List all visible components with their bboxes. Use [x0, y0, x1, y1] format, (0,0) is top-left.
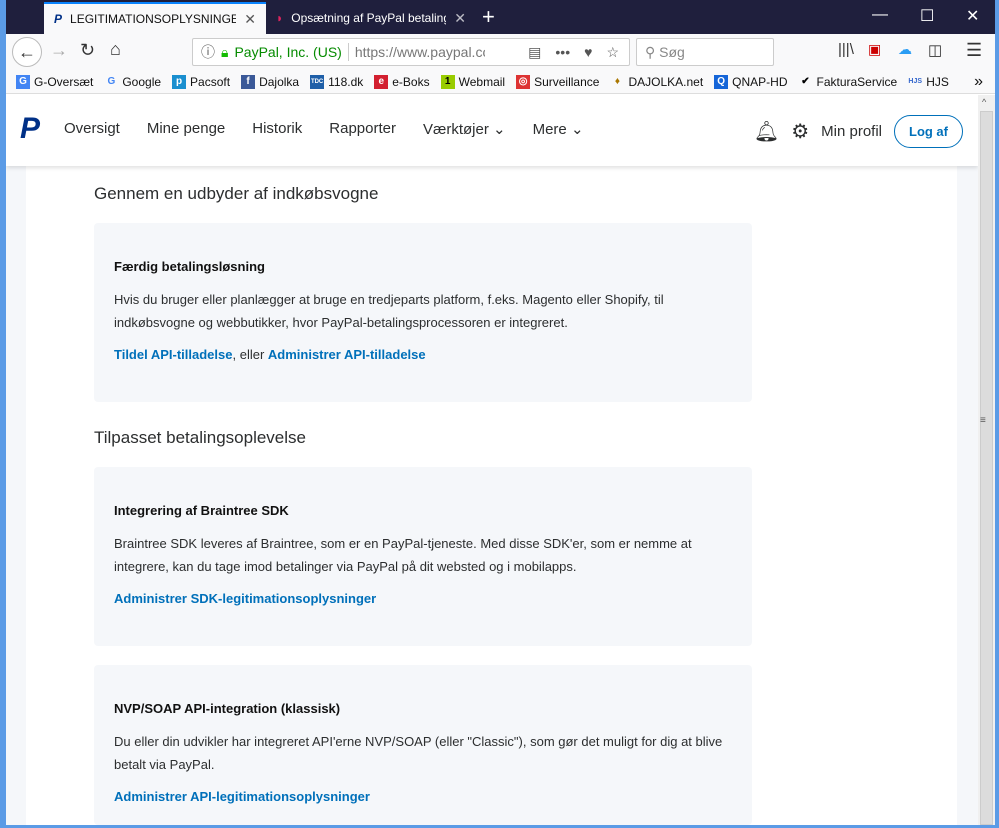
nav-oversigt[interactable]: Oversigt [64, 120, 120, 138]
tab-inactive[interactable]: ◗ Opsætning af PayPal betaling i ✕ [266, 2, 476, 34]
grant-api-permission-link[interactable]: Tildel API-tilladelse [114, 347, 232, 362]
bookmarks-bar: G G-Oversæt G Google p Pacsoft f Dajolka TDC… [6, 70, 995, 94]
url-bar[interactable]: ⓘ 🔒︎ PayPal, Inc. (US) https://www.paypa… [192, 38, 630, 66]
bookmarks-overflow-icon[interactable]: » [974, 73, 983, 91]
main-content: Gennem en udbyder af indkøbsvogne Færdig… [26, 95, 957, 825]
profile-link[interactable]: Min profil [821, 123, 882, 140]
bookmark-star-icon[interactable]: ☆ [606, 44, 619, 61]
card-braintree-sdk: Integrering af Braintree SDK Braintree S… [94, 467, 752, 646]
chevron-down-icon: ⌄ [570, 121, 584, 138]
manage-sdk-credentials-link[interactable]: Administrer SDK-legitimationsoplysninger [114, 591, 376, 606]
link-joiner: , eller [232, 347, 268, 362]
close-tab-icon[interactable]: ✕ [454, 10, 466, 27]
search-icon: ⚲ [645, 44, 656, 60]
back-button[interactable]: ← [12, 37, 42, 67]
onedrive-icon[interactable]: ☁ [898, 41, 912, 58]
sidebar-icon[interactable]: ◫ [928, 41, 942, 59]
title-bar: P LEGITIMATIONSOPLYSNINGER ✕ ◗ Opsætning af… [6, 0, 995, 34]
tab-favicon-icon: ◗ [276, 11, 284, 25]
close-tab-icon[interactable]: ✕ [244, 11, 256, 28]
lock-icon: 🔒︎ [221, 43, 229, 60]
bookmark-webmail[interactable]: 1 Webmail [440, 74, 505, 89]
info-icon[interactable]: ⓘ [201, 42, 215, 62]
bookmark-qnap[interactable]: Q QNAP-HD [714, 74, 788, 89]
card-title: Integrering af Braintree SDK [114, 503, 289, 518]
more-icon[interactable]: ••• [555, 44, 570, 61]
url-separator [347, 43, 349, 61]
bookmark-surveillance[interactable]: ◎ Surveillance [516, 74, 599, 89]
notification-bell-icon[interactable]: 🔔︎ [754, 119, 779, 144]
nav-rapporter[interactable]: Rapporter [329, 120, 396, 138]
bookmark-dajolka-net[interactable]: ♦ DAJOLKA.net [610, 75, 703, 89]
mcafee-icon[interactable]: ▣ [868, 41, 881, 58]
menu-icon[interactable]: ☰ [966, 40, 982, 61]
library-icon[interactable]: |||\ [838, 41, 854, 58]
card-faerdig-betalingsloesning: Færdig betalingsløsning Hvis du bruger e… [94, 223, 752, 402]
logout-button[interactable]: Log af [894, 115, 963, 148]
bookmark-pacsoft[interactable]: p Pacsoft [172, 74, 230, 89]
nav-mine-penge[interactable]: Mine penge [147, 120, 225, 138]
bookmark-dajolka[interactable]: f Dajolka [241, 74, 299, 89]
card-nvp-soap: NVP/SOAP API-integration (klassisk) Du e… [94, 665, 752, 825]
paypal-logo[interactable]: P [20, 112, 40, 146]
paypal-nav: P Oversigt Mine penge Historik Rapporter… [6, 95, 978, 166]
tab-active[interactable]: P LEGITIMATIONSOPLYSNINGER ✕ [44, 2, 266, 34]
chevron-down-icon: ⌄ [493, 121, 506, 138]
nav-historik[interactable]: Historik [252, 120, 302, 138]
settings-gear-icon[interactable]: ⚙ [791, 119, 809, 144]
section-heading: Gennem en udbyder af indkøbsvogne [94, 184, 379, 203]
manage-api-credentials-link[interactable]: Administrer API-legitimationsoplysninger [114, 789, 370, 804]
nav-toolbar: ← → ↻ ⌂ ⓘ 🔒︎ PayPal, Inc. (US) https://w… [6, 34, 995, 70]
card-text: Braintree SDK leveres af Braintree, som … [114, 536, 692, 574]
bookmark-faktura[interactable]: ✔ FakturaService [799, 75, 897, 89]
scrollbar-thumb[interactable] [980, 111, 993, 825]
home-button[interactable]: ⌂ [110, 39, 121, 60]
scroll-grip-icon: ≡ [980, 415, 986, 426]
bookmark-eboks[interactable]: e e-Boks [374, 74, 430, 89]
card-title: NVP/SOAP API-integration (klassisk) [114, 701, 341, 716]
maximize-button[interactable]: ☐ [920, 6, 934, 26]
page-viewport: P Oversigt Mine penge Historik Rapporter… [6, 95, 978, 825]
reload-button[interactable]: ↻ [80, 40, 95, 61]
bookmark-google[interactable]: G Google [104, 75, 161, 89]
scroll-up-icon[interactable]: ^ [982, 97, 986, 107]
nav-mere[interactable]: Mere ⌄ [533, 120, 584, 138]
card-text: Hvis du bruger eller planlægger at bruge… [114, 292, 664, 330]
search-input[interactable]: ⚲ Søg [636, 38, 774, 66]
manage-api-permission-link[interactable]: Administrer API-tilladelse [268, 347, 426, 362]
vertical-scrollbar[interactable]: ^ ≡ [978, 95, 995, 825]
url-text[interactable]: https://www.paypal.co [355, 44, 485, 60]
reader-view-icon[interactable]: ▤ [528, 44, 541, 61]
bookmark-g-oversaet[interactable]: G G-Oversæt [16, 74, 93, 89]
minimize-button[interactable]: — [872, 6, 888, 24]
nav-vaerktoejer[interactable]: Værktøjer ⌄ [423, 120, 506, 138]
paypal-favicon-icon: P [54, 12, 63, 26]
bookmark-hjs[interactable]: HJS HJS [908, 75, 948, 89]
card-text: Du eller din udvikler har integreret API… [114, 734, 723, 772]
forward-button[interactable]: → [50, 40, 68, 61]
close-window-button[interactable]: ✕ [966, 6, 979, 26]
bookmark-118[interactable]: TDC 118.dk [310, 74, 363, 89]
pocket-icon[interactable]: ♥ [584, 44, 592, 61]
new-tab-button[interactable]: + [482, 4, 495, 30]
section-heading: Tilpasset betalingsoplevelse [94, 428, 306, 447]
card-title: Færdig betalingsløsning [114, 259, 265, 274]
